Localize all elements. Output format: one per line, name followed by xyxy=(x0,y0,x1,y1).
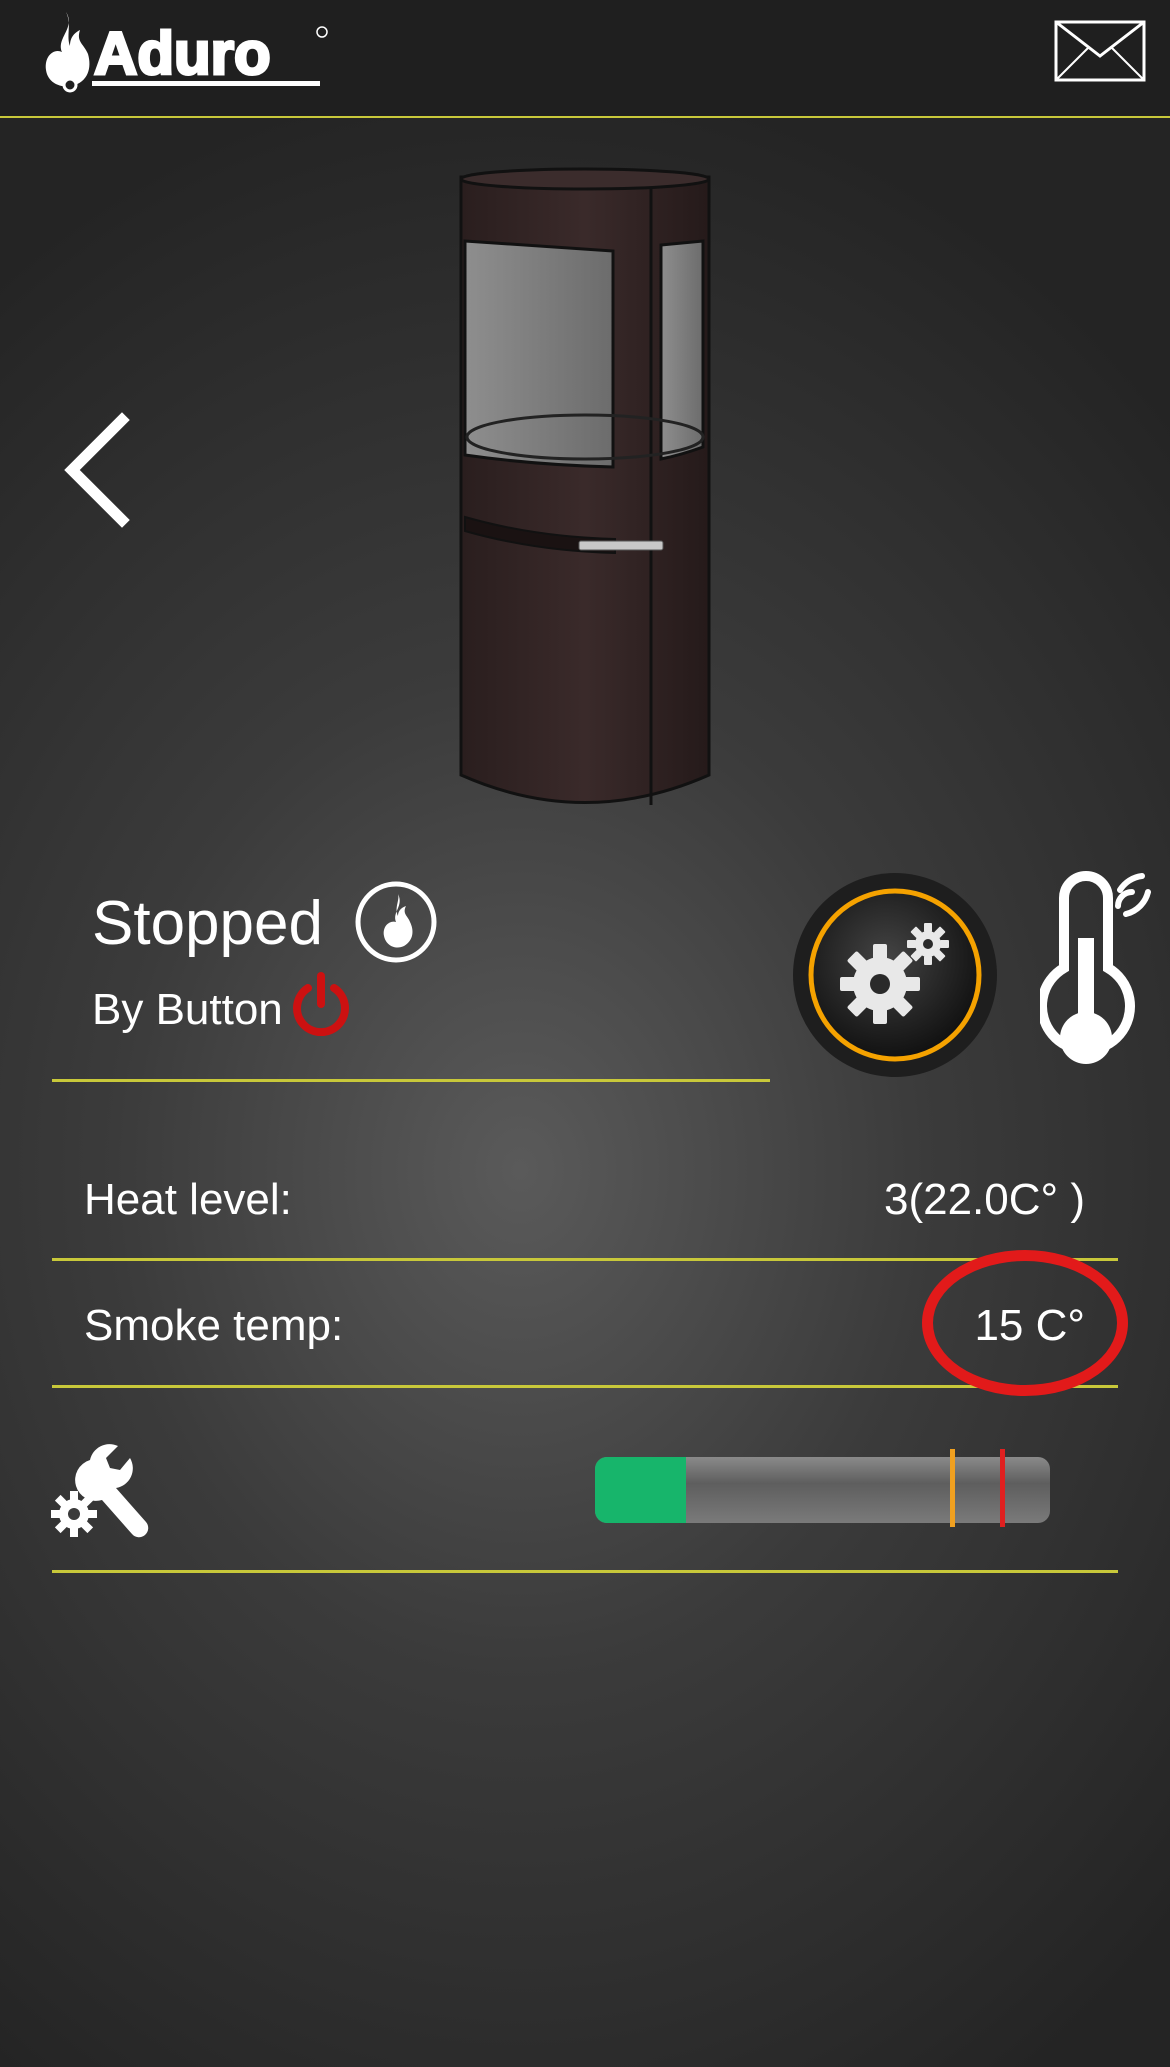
heat-level-value: 3(22.0C° ) xyxy=(883,1175,1085,1224)
status-divider xyxy=(52,1079,770,1082)
smoke-temp-divider xyxy=(52,1385,1118,1388)
limit-marker xyxy=(999,1449,1005,1527)
heat-level-divider xyxy=(52,1258,1118,1261)
smoke-temp-bar-fill xyxy=(595,1457,686,1523)
highlight-circle xyxy=(922,1250,1128,1396)
smoke-temp-bar xyxy=(595,1457,1050,1523)
service-divider xyxy=(52,1570,1118,1573)
service-wrench-gear-icon[interactable] xyxy=(50,1440,152,1540)
mail-icon[interactable] xyxy=(1054,20,1146,82)
aduro-logo: Aduro Aduro xyxy=(45,12,328,93)
back-chevron-icon[interactable] xyxy=(60,410,140,530)
flame-icon[interactable] xyxy=(354,880,438,964)
warning-marker xyxy=(949,1449,955,1527)
status-subtitle: By Button xyxy=(92,985,283,1034)
brand-name-fill: Aduro xyxy=(94,20,271,87)
power-icon[interactable] xyxy=(290,972,352,1036)
smoke-temp-label: Smoke temp: xyxy=(84,1301,344,1350)
stove-image xyxy=(459,167,711,805)
wireless-thermometer-icon[interactable] xyxy=(1040,868,1152,1084)
heat-level-label: Heat level: xyxy=(84,1175,292,1224)
settings-gear-icon[interactable] xyxy=(792,872,998,1078)
status-title: Stopped xyxy=(92,889,323,958)
top-bar: Aduro Aduro xyxy=(0,0,1170,118)
